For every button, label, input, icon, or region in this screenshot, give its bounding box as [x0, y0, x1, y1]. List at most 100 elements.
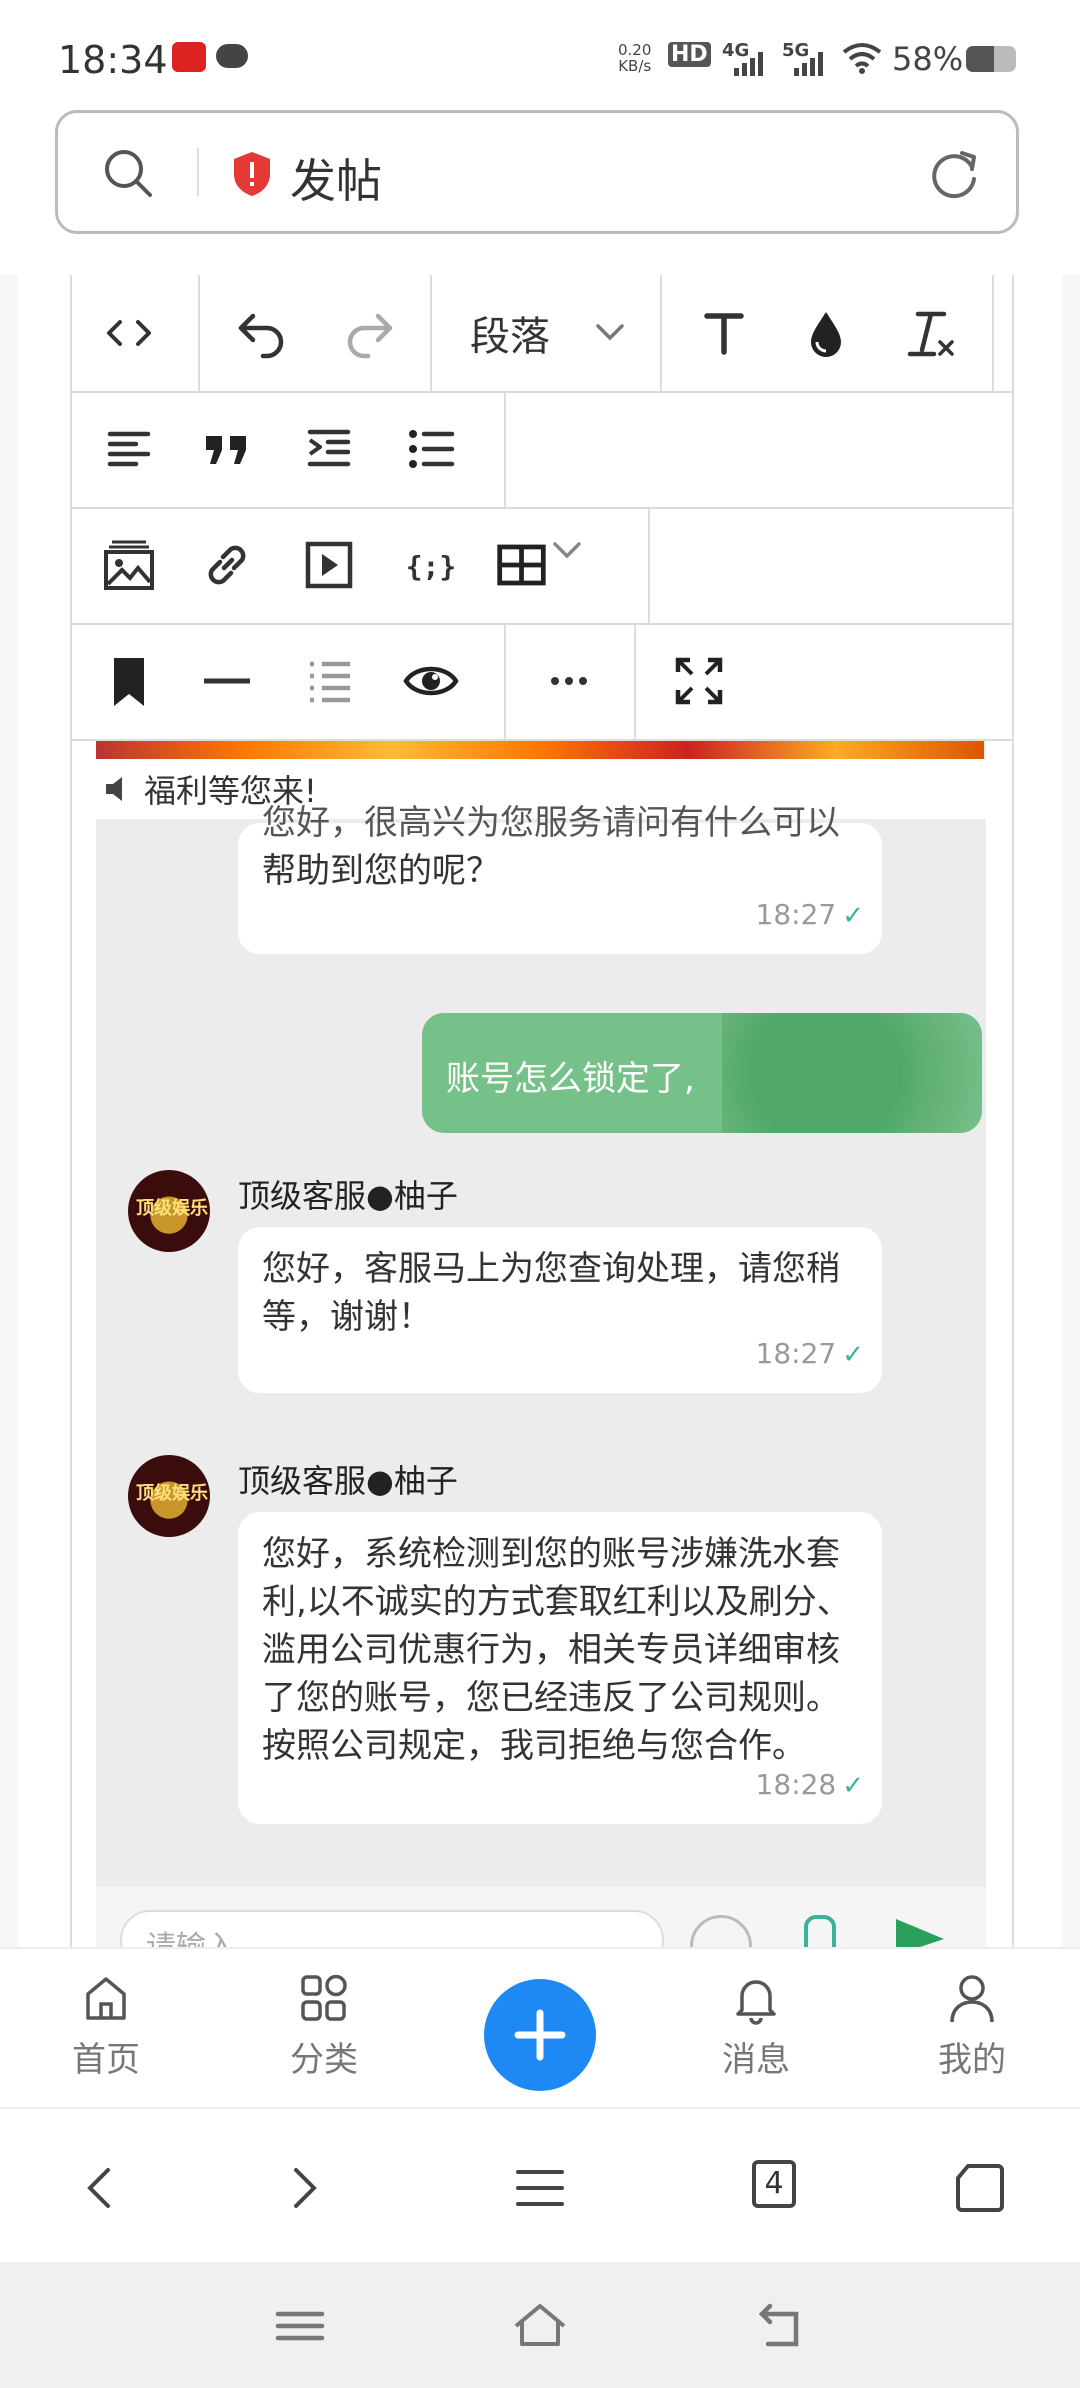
undo-button[interactable] [227, 298, 297, 368]
indent-button[interactable] [294, 414, 364, 484]
toolbar-row-1: 段落 [72, 275, 1012, 393]
insert-table-button[interactable] [494, 530, 604, 600]
refresh-icon[interactable] [926, 145, 982, 201]
menu-icon[interactable] [508, 2156, 572, 2220]
read-check-icon: ✓ [842, 901, 864, 931]
quote-icon [206, 436, 246, 464]
address-bar[interactable] [55, 110, 1019, 234]
nav-home-label: 首页 [72, 2040, 140, 2080]
hd-icon: HD [668, 42, 711, 67]
insert-image-button[interactable] [94, 530, 164, 600]
chat-input[interactable]: 请输入... [120, 1910, 664, 1947]
network-speed: 0.20 KB/s [618, 42, 651, 74]
send-icon[interactable] [892, 1915, 948, 1947]
read-check-icon: ✓ [842, 1771, 864, 1801]
bookmark-icon [114, 658, 144, 706]
page-title: 发帖 [290, 154, 382, 208]
code-icon [107, 320, 151, 346]
table-of-contents-button[interactable] [294, 646, 364, 716]
paragraph-format-select[interactable]: 段落 [470, 275, 630, 391]
fullscreen-button[interactable] [664, 646, 734, 716]
page-content: 段落 {;} 福利等您来! 您好，很高兴为您服务请问有什么可以 帮助到您的呢？ … [0, 275, 1080, 1947]
list-icon [409, 430, 455, 468]
image-icon [104, 540, 154, 590]
search-icon[interactable] [100, 145, 156, 201]
chevron-down-icon [596, 324, 624, 341]
redo-icon [347, 313, 393, 359]
attachment-icon[interactable] [804, 1915, 836, 1947]
clear-format-button[interactable] [894, 298, 964, 368]
network-speed-unit: KB/s [618, 57, 652, 75]
nav-me[interactable]: 我的 [902, 1970, 1042, 2081]
nav-messages-label: 消息 [722, 2040, 790, 2080]
toolbar-row-4 [72, 623, 1012, 741]
nav-home[interactable]: 首页 [36, 1970, 176, 2081]
home-icon [86, 1977, 126, 2020]
battery-icon [966, 46, 1016, 72]
table-icon [497, 544, 546, 586]
indent-icon [307, 429, 351, 467]
paragraph-format-label: 段落 [470, 314, 550, 360]
agent-message-2-text: 您好，客服马上为您查询处理，请您稍等，谢谢！ [262, 1249, 840, 1337]
align-button[interactable] [94, 414, 164, 484]
insert-link-button[interactable] [192, 530, 262, 600]
list-button[interactable] [396, 414, 466, 484]
blockquote-button[interactable] [192, 414, 262, 484]
bell-icon [736, 1980, 776, 2025]
home-shortcut-icon[interactable] [948, 2156, 1012, 2220]
align-left-icon [107, 431, 151, 467]
agent-message-3: 您好，系统检测到您的账号涉嫌洗水套利,以不诚实的方式套取红利以及刷分、滥用公司优… [238, 1512, 882, 1824]
toolbar-row-3: {;} [72, 507, 1012, 625]
redo-button[interactable] [334, 298, 404, 368]
toc-icon [310, 661, 350, 703]
create-post-button[interactable] [484, 1979, 596, 2091]
insert-code-block-button[interactable]: {;} [396, 530, 466, 600]
video-icon [305, 541, 353, 589]
nav-category[interactable]: 分类 [254, 1970, 394, 2081]
code-view-button[interactable] [94, 298, 164, 368]
system-back-icon[interactable] [750, 2296, 810, 2356]
message-time: 18:27 ✓ [755, 898, 865, 931]
forward-icon[interactable] [270, 2156, 334, 2220]
fullscreen-icon [675, 657, 723, 705]
wifi-icon [842, 43, 882, 74]
nav-messages[interactable]: 消息 [686, 1970, 826, 2081]
security-shield-icon[interactable] [230, 150, 274, 198]
agent-avatar[interactable]: 顶级娱乐 [128, 1455, 210, 1537]
agent-message-3-text: 您好，系统检测到您的账号涉嫌洗水套利,以不诚实的方式套取红利以及刷分、滥用公司优… [262, 1534, 851, 1766]
agent-message-1: 您好，很高兴为您服务请问有什么可以 帮助到您的呢？ 18:27 ✓ [238, 803, 882, 954]
horizontal-rule-button[interactable] [192, 646, 262, 716]
agent-message-1-line2: 帮助到您的呢？ [262, 851, 500, 891]
text-t-icon [704, 313, 744, 355]
address-divider [197, 148, 199, 196]
agent-message-2: 您好，客服马上为您查询处理，请您稍等，谢谢！ 18:27 ✓ [238, 1227, 882, 1393]
bookmark-button[interactable] [94, 646, 164, 716]
table-chevron-down-icon [553, 542, 581, 559]
nav-category-label: 分类 [290, 2040, 358, 2080]
nav-me-label: 我的 [938, 2040, 1006, 2080]
link-icon [208, 545, 246, 585]
recent-apps-icon[interactable] [270, 2296, 330, 2356]
read-check-icon: ✓ [842, 1340, 864, 1370]
text-style-button[interactable] [689, 298, 759, 368]
color-drop-icon [811, 312, 841, 357]
app-notification-icon [172, 42, 206, 72]
rich-text-editor: 段落 {;} 福利等您来! 您好，很高兴为您服务请问有什么可以 帮助到您的呢？ … [70, 275, 1014, 1947]
message-time: 18:27 ✓ [755, 1337, 865, 1370]
undo-icon [238, 313, 284, 359]
battery-percent: 58% [892, 40, 964, 78]
preview-button[interactable] [396, 646, 466, 716]
speaker-icon [106, 777, 122, 801]
agent-sender-name: 顶级客服●柚子 [238, 1462, 458, 1500]
back-icon[interactable] [70, 2156, 134, 2220]
code-block-icon: {;} [406, 550, 457, 583]
network-speed-value: 0.20 [618, 41, 652, 59]
text-color-button[interactable] [791, 298, 861, 368]
system-home-icon[interactable] [510, 2296, 570, 2356]
horizontal-rule-icon [204, 678, 250, 684]
agent-avatar[interactable]: 顶级娱乐 [128, 1170, 210, 1252]
tabs-button[interactable]: 4 [752, 2160, 796, 2208]
more-options-button[interactable] [534, 646, 604, 716]
insert-video-button[interactable] [294, 530, 364, 600]
message-notification-icon [216, 44, 248, 68]
